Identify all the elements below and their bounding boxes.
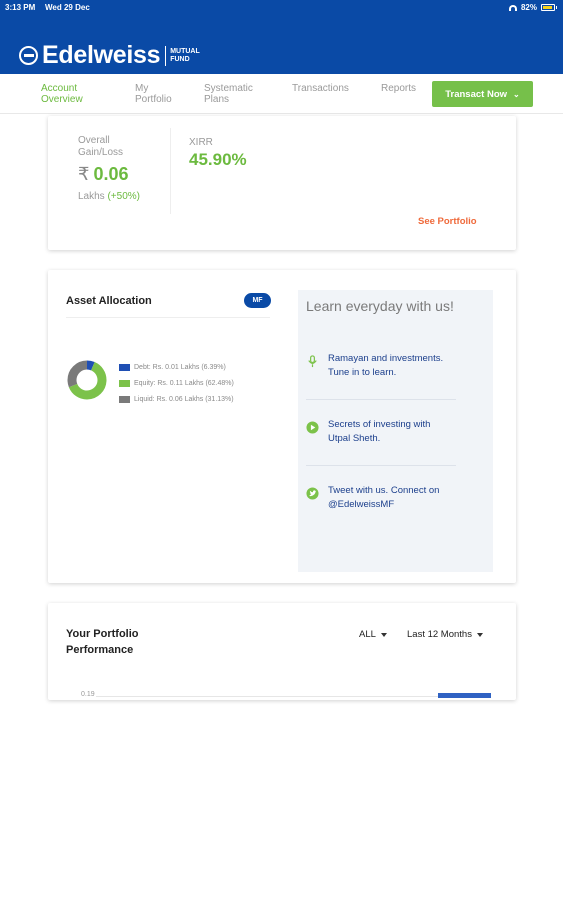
rupee-icon: ₹ — [78, 164, 90, 184]
twitter-icon — [306, 487, 319, 500]
status-bar: 3:13 PM Wed 29 Dec 82% — [0, 0, 563, 16]
gain-amount: 0.06 — [93, 164, 129, 184]
transact-now-button[interactable]: Transact Now ⌄ — [432, 81, 533, 107]
legend-item-liquid: Liquid: Rs. 0.06 Lakhs (31.13%) — [119, 391, 234, 407]
legend-item-equity: Equity: Rs. 0.11 Lakhs (62.48%) — [119, 375, 234, 391]
play-icon — [306, 421, 319, 434]
mf-badge[interactable]: MF — [244, 293, 271, 308]
xirr-label: XIRR — [189, 137, 213, 148]
tab-my-portfolio[interactable]: My Portfolio — [135, 83, 172, 105]
app-root: 3:13 PM Wed 29 Dec 82% Edelweiss MUTUAL … — [0, 0, 563, 900]
caret-down-icon — [476, 632, 483, 637]
logo-divider — [165, 45, 167, 66]
legend-item-debt: Debt: Rs. 0.01 Lakhs (6.39%) — [119, 359, 234, 375]
summary-card: Overall Gain/Loss ₹0.06 Lakhs (+50%) XIR… — [48, 116, 516, 250]
gain-label-line2: Gain/Loss — [78, 147, 124, 158]
period-filter-value: Last 12 Months — [407, 629, 472, 640]
scheme-filter-value: ALL — [359, 629, 376, 640]
brand-subtitle: MUTUAL FUND — [170, 48, 200, 64]
period-filter-dropdown[interactable]: Last 12 Months — [407, 629, 483, 640]
tab-label-line2: Plans — [204, 94, 230, 105]
tab-label-line1: Systematic — [204, 83, 253, 94]
learn-divider — [306, 399, 456, 400]
learn-item-line1: Ramayan and investments. — [328, 353, 444, 364]
brand-sub-line2: FUND — [170, 55, 190, 63]
performance-title-line1: Your Portfolio — [66, 628, 139, 640]
tab-account-overview[interactable]: Account Overview — [41, 83, 83, 105]
chart-bar[interactable] — [438, 693, 491, 698]
learn-title: Learn everyday with us! — [306, 298, 454, 314]
brand-logo[interactable]: Edelweiss MUTUAL FUND — [19, 43, 200, 68]
asset-allocation-divider — [66, 317, 270, 318]
tab-label-line2: Overview — [41, 94, 83, 105]
scheme-filter-dropdown[interactable]: ALL — [359, 629, 387, 640]
tab-label-line1: Reports — [381, 83, 417, 94]
legend-swatch-debt — [119, 363, 130, 371]
learn-item-text: Ramayan and investments. Tune in to lear… — [328, 352, 443, 380]
tab-transactions[interactable]: Transactions — [292, 83, 349, 94]
legend-swatch-liquid — [119, 395, 130, 403]
learn-item-line1: Tweet with us. Connect on — [328, 485, 440, 496]
asset-allocation-title: Asset Allocation — [66, 295, 152, 307]
legend-label-equity: Equity: Rs. 0.11 Lakhs (62.48%) — [134, 379, 234, 387]
gain-percent: (+50%) — [107, 191, 140, 202]
legend-label-liquid: Liquid: Rs. 0.06 Lakhs (31.13%) — [134, 395, 234, 403]
tab-label-line1: Account — [41, 83, 78, 94]
edelweiss-logo-icon — [19, 46, 38, 65]
gain-unit-label: Lakhs — [78, 191, 105, 202]
gain-unit: Lakhs (+50%) — [78, 191, 140, 202]
brand-name: Edelweiss — [42, 41, 161, 69]
learn-item-line2: Utpal Sheth. — [328, 433, 381, 444]
allocation-donut-chart — [67, 360, 107, 400]
asset-allocation-card: Asset Allocation MF Debt: Rs. 0.01 Lakhs… — [48, 270, 516, 583]
app-header: 3:13 PM Wed 29 Dec 82% Edelweiss MUTUAL … — [0, 0, 563, 74]
gain-label-line1: Overall — [78, 135, 110, 146]
performance-title: Your Portfolio Performance — [66, 626, 139, 658]
learn-item-line2: Tune in to learn. — [328, 367, 397, 378]
performance-title-line2: Performance — [66, 644, 134, 656]
tab-reports[interactable]: Reports — [381, 83, 416, 94]
battery-percent: 82% — [520, 3, 537, 12]
status-date: Wed 29 Dec — [45, 3, 90, 12]
learn-item-text: Tweet with us. Connect on @EdelweissMF — [328, 484, 439, 512]
summary-divider — [170, 128, 171, 214]
gain-loss-label: Overall Gain/Loss — [78, 135, 123, 159]
caret-down-icon — [380, 632, 387, 637]
tab-label-line1: Transactions — [292, 83, 349, 94]
tab-label-line2: Portfolio — [135, 94, 172, 105]
portfolio-performance-card: Your Portfolio Performance ALL Last 12 M… — [48, 603, 516, 700]
y-axis-tick: 0.19 — [81, 691, 95, 698]
tab-label-line1: My — [135, 83, 149, 94]
gain-loss-value: ₹0.06 — [78, 164, 129, 185]
learn-divider — [306, 465, 456, 466]
learn-item-text: Secrets of investing with Utpal Sheth. — [328, 418, 430, 446]
battery-cap — [556, 6, 557, 9]
learn-item-line2: @EdelweissMF — [328, 499, 395, 510]
learn-panel: Learn everyday with us! Ramayan and inve… — [298, 290, 493, 572]
tab-systematic-plans[interactable]: Systematic Plans — [204, 83, 253, 105]
allocation-legend: Debt: Rs. 0.01 Lakhs (6.39%) Equity: Rs.… — [119, 359, 234, 407]
legend-swatch-equity — [119, 379, 130, 387]
chevron-down-icon: ⌄ — [513, 89, 520, 99]
status-time: 3:13 PM — [5, 3, 36, 12]
status-indicators: 82% — [508, 3, 557, 12]
wifi-icon — [508, 4, 517, 11]
microphone-icon — [308, 355, 317, 368]
see-portfolio-link[interactable]: See Portfolio — [418, 216, 477, 227]
legend-label-debt: Debt: Rs. 0.01 Lakhs (6.39%) — [134, 363, 226, 371]
transact-now-label: Transact Now — [445, 88, 508, 100]
chart-gridline — [96, 696, 491, 697]
learn-item-line1: Secrets of investing with — [328, 419, 431, 430]
xirr-value: 45.90% — [189, 150, 247, 169]
brand-sub-line1: MUTUAL — [170, 47, 200, 55]
battery-icon — [541, 4, 555, 11]
